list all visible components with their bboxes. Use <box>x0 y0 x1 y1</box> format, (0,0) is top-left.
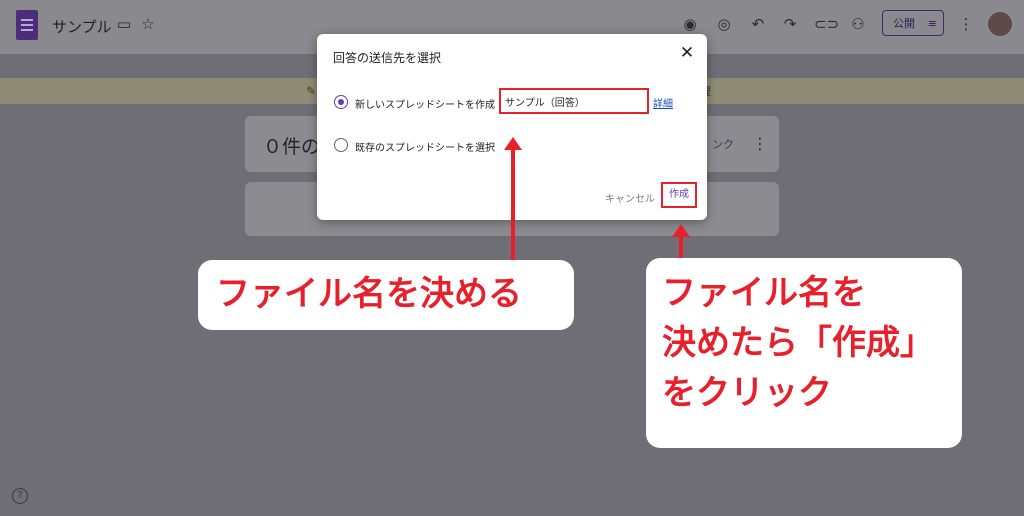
folder-icon[interactable]: ▭ <box>114 14 134 34</box>
close-icon[interactable]: ✕ <box>679 44 695 62</box>
more-vert-icon[interactable]: ⋮ <box>956 14 976 34</box>
arrow-shaft <box>679 236 683 260</box>
annotation-text-line-3: をクリック <box>662 373 832 413</box>
annotation-text: ファイル名を決める <box>216 274 522 314</box>
banner-icon: ✎ <box>306 84 317 98</box>
radio-existing-spreadsheet[interactable] <box>334 138 348 152</box>
annotation-callout-filename: ファイル名を決める <box>198 260 574 330</box>
arrow-shaft <box>511 149 515 261</box>
radio-new-spreadsheet[interactable] <box>334 95 348 109</box>
spreadsheet-name-input[interactable] <box>499 88 649 114</box>
publish-button[interactable]: 公開 ≡ <box>882 10 944 36</box>
redo-icon[interactable]: ↷ <box>780 14 800 34</box>
create-button[interactable]: 作成 <box>661 182 697 208</box>
star-icon[interactable]: ☆ <box>138 14 158 34</box>
details-link[interactable]: 詳細 <box>653 95 673 110</box>
avatar[interactable] <box>988 12 1012 36</box>
link-icon[interactable]: ⊂⊃ <box>814 14 839 34</box>
document-title[interactable]: サンプル <box>52 16 112 37</box>
add-person-icon[interactable]: ⚇ <box>848 14 868 34</box>
tune-icon: ≡ <box>927 16 937 30</box>
annotation-callout-create: ファイル名を 決めたら「作成」 をクリック <box>646 258 962 448</box>
option-new-spreadsheet-label: 新しいスプレッドシートを作成 <box>355 100 495 111</box>
annotation-text-line-2: 決めたら「作成」 <box>662 323 934 363</box>
responses-count-heading: ０件の <box>263 136 321 158</box>
help-icon[interactable]: ? <box>12 488 28 504</box>
publish-label: 公開 <box>893 17 915 30</box>
cancel-button[interactable]: キャンセル <box>605 190 655 205</box>
option-existing-spreadsheet-label: 既存のスプレッドシートを選択 <box>355 143 495 154</box>
undo-icon[interactable]: ↶ <box>748 14 768 34</box>
link-sheets-button[interactable]: ンク <box>712 136 734 152</box>
palette-icon[interactable]: ◉ <box>680 14 700 34</box>
eye-icon[interactable]: ◎ <box>714 14 734 34</box>
more-vert-icon[interactable]: ⋮ <box>752 134 768 153</box>
google-forms-icon[interactable] <box>16 10 38 40</box>
annotation-text-line-1: ファイル名を <box>662 273 866 313</box>
dialog-title: 回答の送信先を選択 <box>333 51 442 65</box>
